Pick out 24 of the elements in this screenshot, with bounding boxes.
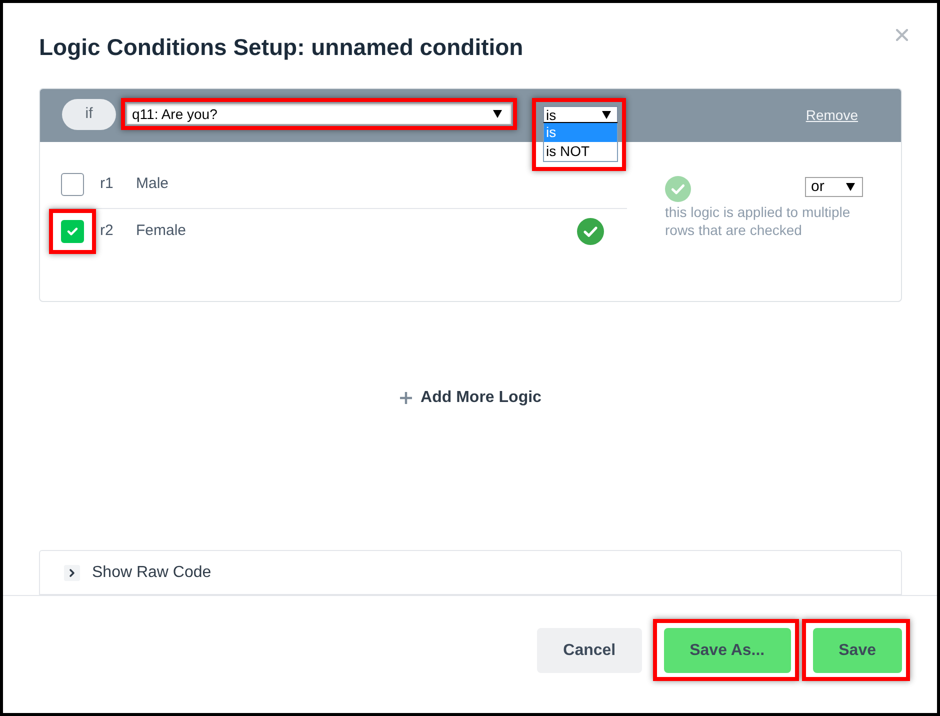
- check-circle-icon: [665, 176, 691, 202]
- row-code: r1: [100, 174, 114, 194]
- caret-icon: [602, 110, 611, 118]
- checkbox[interactable]: [61, 220, 84, 243]
- show-raw-code-toggle[interactable]: Show Raw Code: [39, 550, 902, 595]
- check-icon: [67, 227, 78, 236]
- save-button[interactable]: Save As...: [664, 628, 791, 673]
- row-code: r2: [100, 221, 114, 242]
- row-label: Male: [136, 174, 169, 194]
- row-label: Female: [136, 221, 186, 242]
- add-more-logic-button[interactable]: Add More Logic: [400, 388, 542, 408]
- if-label: if: [62, 99, 116, 130]
- checkbox[interactable]: [61, 172, 84, 196]
- logic-note: this logic is applied to multiple rows that are checked: [665, 203, 852, 239]
- operator-select[interactable]: is: [543, 106, 618, 123]
- caret-icon: [493, 110, 502, 118]
- dialog-title: Logic Conditions Setup: unnamed condition: [39, 33, 524, 61]
- combine-select[interactable]: or: [805, 177, 863, 197]
- cancel-button[interactable]: Cancel: [537, 628, 642, 673]
- caret-icon: [846, 183, 855, 191]
- close-icon[interactable]: [896, 29, 908, 41]
- question-select[interactable]: q11: Are you?: [126, 103, 512, 125]
- save-button[interactable]: Save: [812, 628, 902, 673]
- plus-icon: [400, 392, 412, 404]
